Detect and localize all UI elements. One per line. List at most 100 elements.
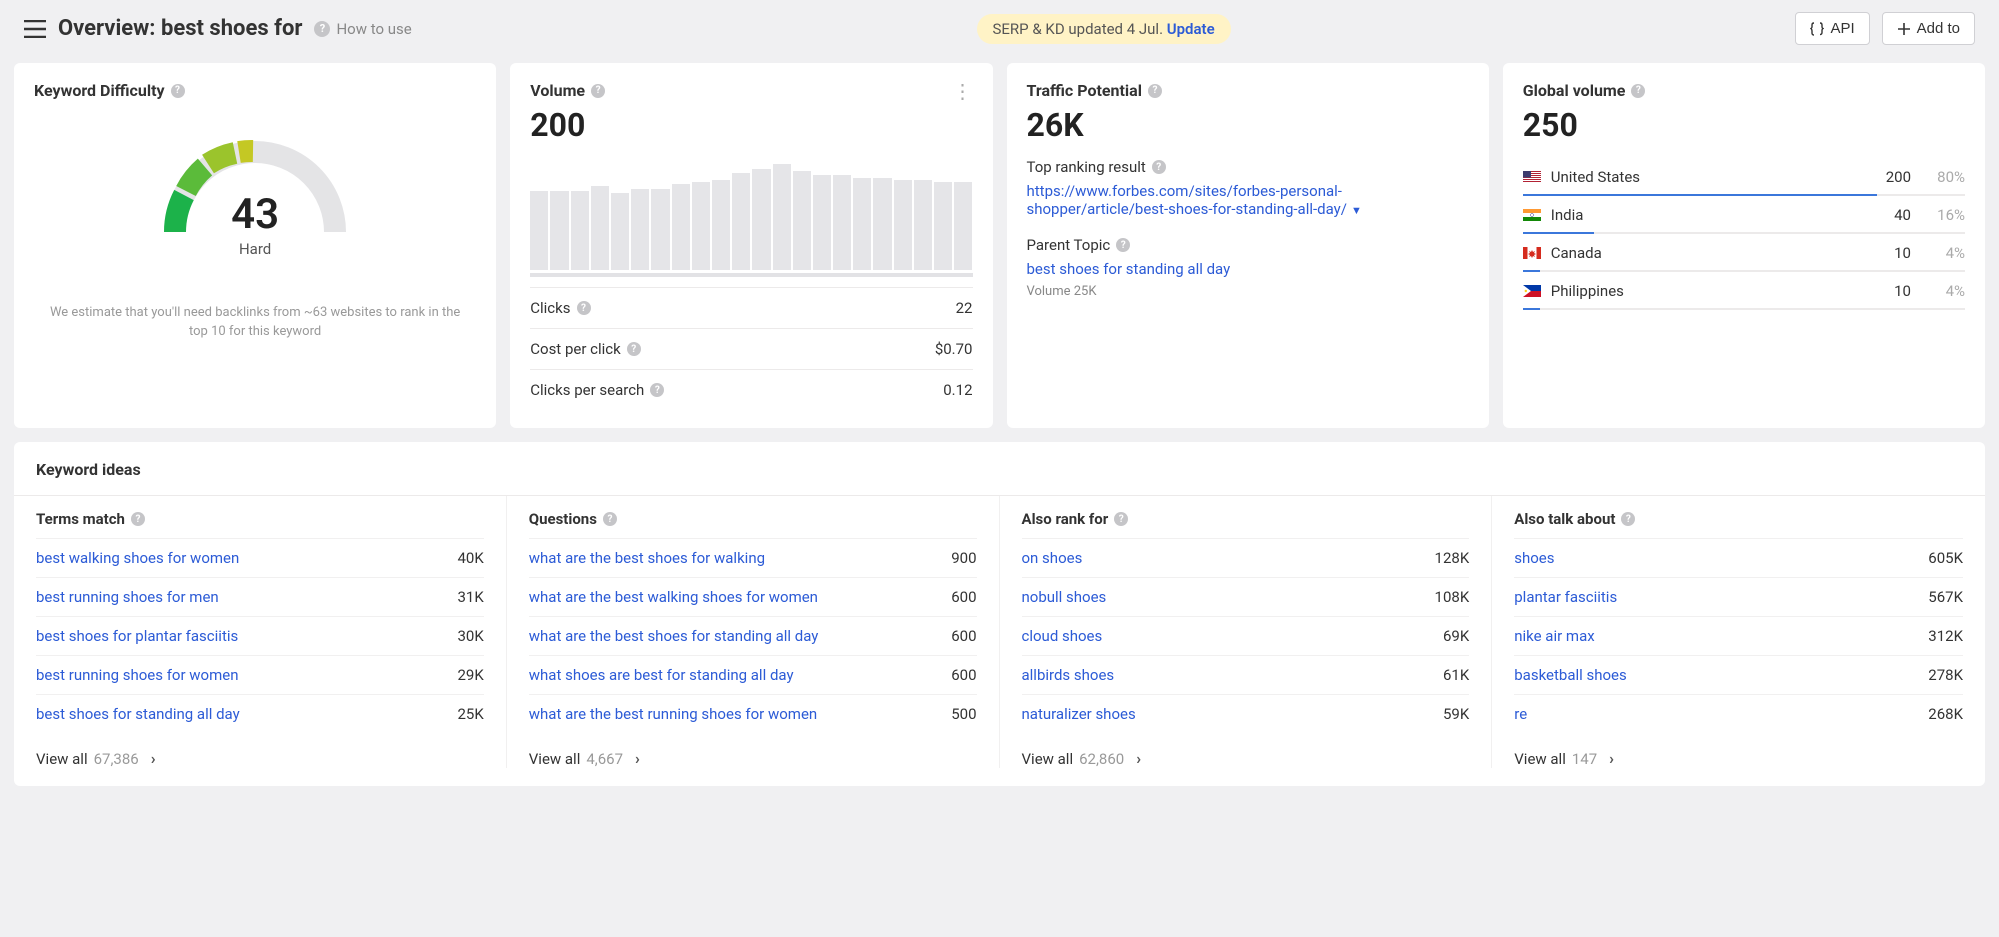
help-icon[interactable]: ? [577,301,591,315]
help-icon[interactable]: ? [131,512,145,526]
keyword-link[interactable]: what are the best walking shoes for wome… [529,588,818,606]
country-name: United States [1551,168,1861,186]
help-icon[interactable]: ? [1621,512,1635,526]
keyword-link[interactable]: plantar fasciitis [1514,588,1617,606]
help-icon[interactable]: ? [1116,238,1130,252]
keyword-volume: 600 [951,627,976,645]
keyword-link[interactable]: shoes [1514,549,1554,567]
country-row[interactable]: United States20080% [1523,158,1965,196]
stat-label: Clicks ? [530,299,590,317]
flag-icon [1523,209,1541,221]
volume-bar [651,189,669,270]
more-icon[interactable]: ⋮ [953,81,973,101]
keyword-volume: 31K [457,588,483,606]
serp-text: SERP & KD updated 4 Jul. [993,20,1167,38]
volume-card: Volume? 200 ⋮ Clicks ?22Cost per click ?… [510,63,992,428]
idea-row: what are the best shoes for walking900 [529,538,977,577]
keyword-link[interactable]: nobull shoes [1022,588,1107,606]
how-to-use-link[interactable]: ? How to use [314,20,411,38]
ideas-column: Also rank for?on shoes128Knobull shoes10… [1000,496,1493,768]
keyword-volume: 600 [951,666,976,684]
country-pct: 4% [1921,244,1965,262]
keyword-link[interactable]: best shoes for plantar fasciitis [36,627,238,645]
country-row[interactable]: Canada104% [1523,234,1965,272]
view-all-link[interactable]: View all 147› [1514,733,1963,768]
chevron-right-icon: › [151,749,156,768]
keyword-link[interactable]: cloud shoes [1022,627,1103,645]
volume-bar [793,171,811,270]
keyword-link[interactable]: re [1514,705,1527,723]
country-pct: 4% [1921,282,1965,300]
keyword-link[interactable]: best shoes for standing all day [36,705,240,723]
volume-title: Volume [530,81,585,100]
keyword-link[interactable]: what are the best shoes for walking [529,549,765,567]
volume-bar [712,180,730,270]
help-icon[interactable]: ? [171,84,185,98]
keyword-volume: 61K [1443,666,1469,684]
stat-row: Cost per click ?$0.70 [530,328,972,369]
country-row[interactable]: India4016% [1523,196,1965,234]
idea-row: best shoes for standing all day25K [36,694,484,733]
volume-bar [773,164,791,270]
volume-bar [550,191,568,270]
caret-down-icon: ▼ [1351,204,1362,217]
help-icon[interactable]: ? [1114,512,1128,526]
keyword-link[interactable]: best running shoes for men [36,588,219,606]
keyword-volume: 268K [1928,705,1963,723]
help-icon: ? [314,21,330,37]
add-to-label: Add to [1917,20,1960,37]
global-title: Global volume [1523,81,1626,100]
stat-value: 22 [956,299,973,317]
braces-icon [1810,22,1824,36]
volume-bar [732,173,750,270]
keyword-link[interactable]: what shoes are best for standing all day [529,666,794,684]
col-title: Also rank for [1022,510,1109,528]
keyword-link[interactable]: best walking shoes for women [36,549,239,567]
col-title: Terms match [36,510,125,528]
parent-topic-link[interactable]: best shoes for standing all day [1027,260,1469,278]
menu-icon[interactable] [24,20,46,38]
idea-row: plantar fasciitis567K [1514,577,1963,616]
ideas-column: Also talk about?shoes605Kplantar fasciit… [1492,496,1985,768]
help-icon[interactable]: ? [591,84,605,98]
country-value: 10 [1871,244,1911,262]
help-icon[interactable]: ? [1148,84,1162,98]
country-row[interactable]: Philippines104% [1523,272,1965,310]
help-icon[interactable]: ? [1152,160,1166,174]
help-icon[interactable]: ? [603,512,617,526]
update-link[interactable]: Update [1167,20,1215,38]
keyword-link[interactable]: naturalizer shoes [1022,705,1136,723]
volume-bar [530,191,548,270]
help-icon[interactable]: ? [650,383,664,397]
keyword-volume: 312K [1928,627,1963,645]
view-all-link[interactable]: View all 62,860› [1022,733,1470,768]
volume-bar [672,184,690,270]
stat-value: 0.12 [943,381,972,399]
volume-bar [692,182,710,270]
keyword-link[interactable]: what are the best shoes for standing all… [529,627,819,645]
idea-row: nobull shoes108K [1022,577,1470,616]
idea-row: cloud shoes69K [1022,616,1470,655]
stat-label: Clicks per search ? [530,381,664,399]
keyword-link[interactable]: allbirds shoes [1022,666,1115,684]
keyword-link[interactable]: best running shoes for women [36,666,239,684]
keyword-link[interactable]: what are the best running shoes for wome… [529,705,817,723]
traffic-card: Traffic Potential? 26K Top ranking resul… [1007,63,1489,428]
help-icon[interactable]: ? [627,342,641,356]
keyword-volume: 30K [457,627,483,645]
keyword-link[interactable]: on shoes [1022,549,1083,567]
volume-bar [934,182,952,270]
idea-row: shoes605K [1514,538,1963,577]
add-to-button[interactable]: Add to [1882,12,1975,45]
view-all-link[interactable]: View all 4,667› [529,733,977,768]
country-name: India [1551,206,1861,224]
keyword-volume: 500 [951,705,976,723]
api-button[interactable]: API [1795,12,1869,45]
top-ranking-link[interactable]: https://www.forbes.com/sites/forbes-pers… [1027,182,1469,218]
traffic-value: 26K [1027,106,1469,144]
volume-bar [954,182,972,270]
view-all-link[interactable]: View all 67,386› [36,733,484,768]
keyword-link[interactable]: nike air max [1514,627,1594,645]
help-icon[interactable]: ? [1631,84,1645,98]
keyword-link[interactable]: basketball shoes [1514,666,1627,684]
